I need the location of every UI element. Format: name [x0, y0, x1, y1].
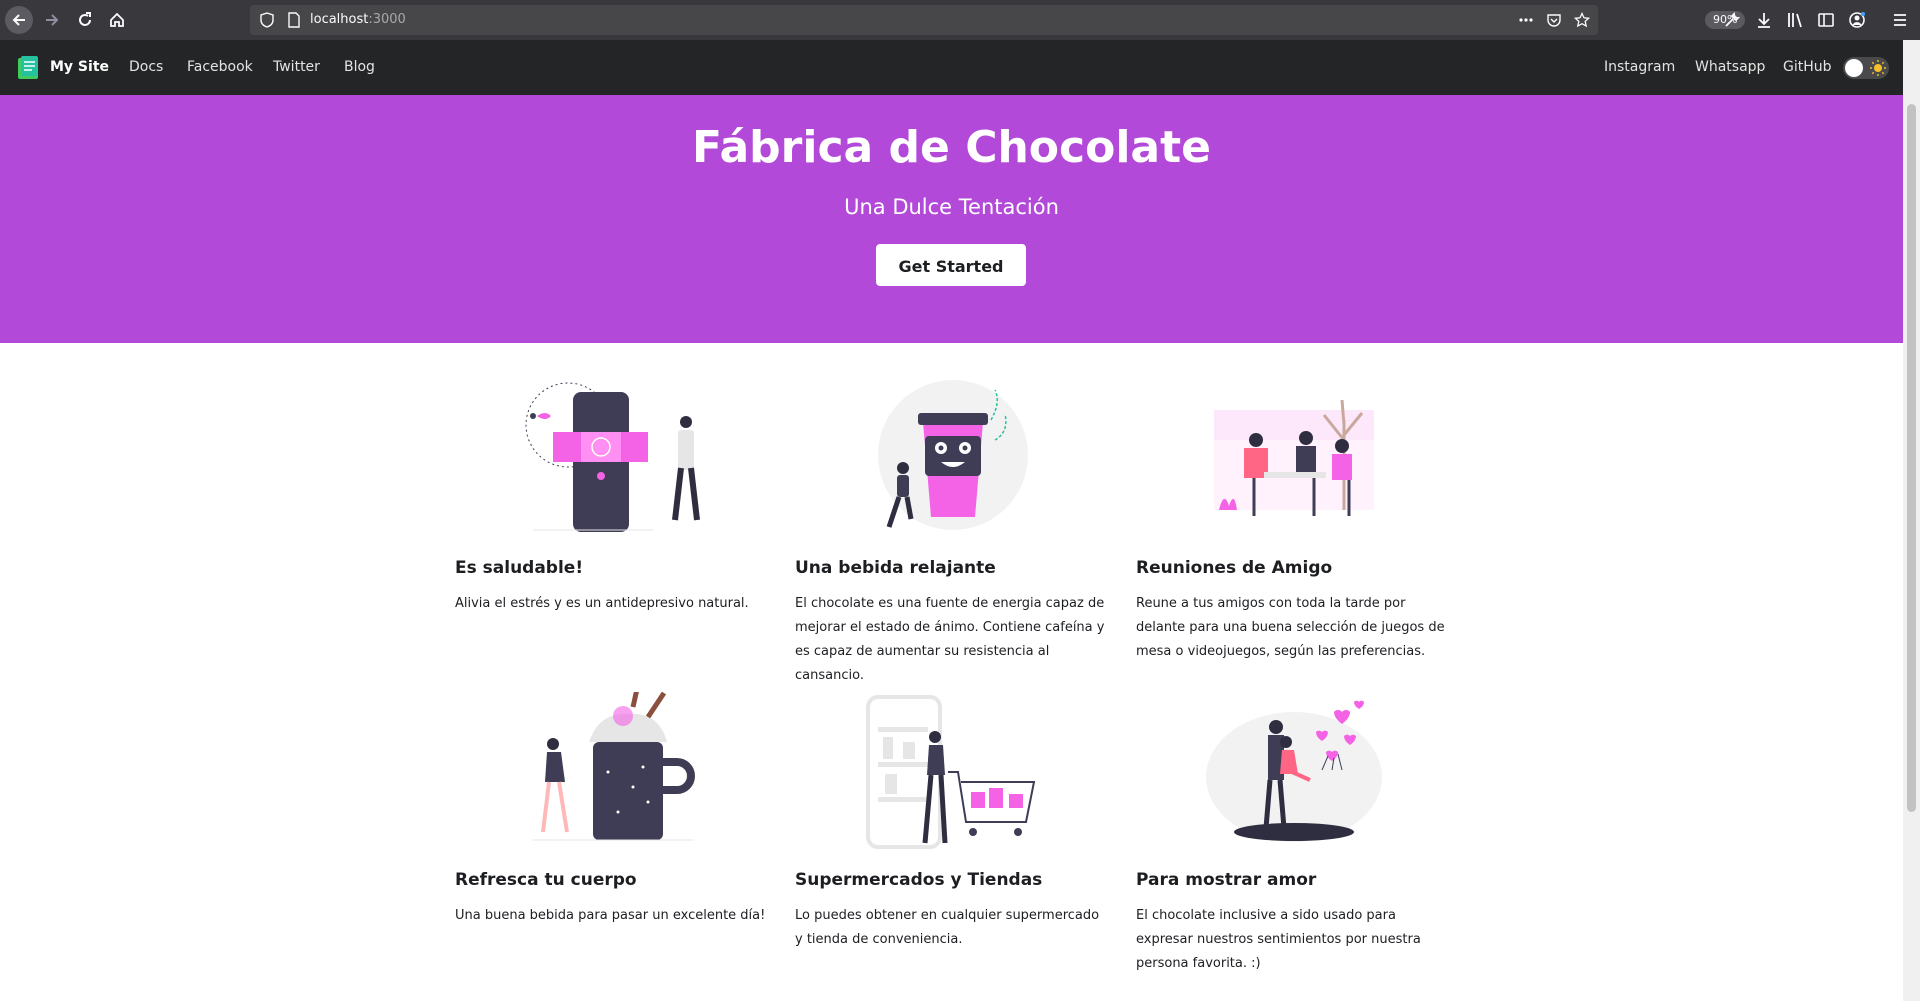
library-icon[interactable] — [1786, 11, 1804, 29]
scrollbar-thumb[interactable] — [1907, 104, 1916, 812]
toggle-knob — [1845, 59, 1863, 77]
feature-text: Alivia el estrés y es un antidepresivo n… — [455, 596, 749, 611]
url-port: :3000 — [368, 12, 406, 27]
wrench-icon[interactable] — [1723, 11, 1741, 29]
feature-healthy: Es saludable! Alivia el estrés y es un a… — [455, 380, 770, 616]
shopping-cart-illustration — [865, 695, 1035, 849]
pocket-icon[interactable] — [1546, 12, 1562, 28]
back-button[interactable] — [5, 6, 33, 34]
nav-link-blog[interactable]: Blog — [344, 59, 375, 75]
more-icon[interactable] — [1518, 12, 1534, 28]
nav-link-instagram[interactable]: Instagram — [1604, 59, 1675, 75]
hot-chocolate-mug-illustration — [532, 692, 695, 841]
feature-text: El chocolate es una fuente de energia ca… — [795, 596, 1105, 683]
feature-text: Una buena bebida para pasar un excelente… — [455, 908, 766, 923]
couple-hearts-illustration — [1205, 700, 1382, 842]
account-icon[interactable] — [1848, 11, 1866, 29]
feature-title: Una bebida relajante — [795, 558, 996, 578]
nav-link-twitter[interactable]: Twitter — [273, 59, 320, 75]
feature-title: Para mostrar amor — [1136, 870, 1317, 890]
home-button[interactable] — [103, 6, 131, 34]
brand-link[interactable]: My Site — [50, 59, 109, 75]
url-bar[interactable]: localhost:3000 90% — [250, 5, 1746, 35]
forward-button[interactable] — [38, 6, 66, 34]
browser-toolbar: localhost:3000 90% — [0, 0, 1920, 40]
url-text[interactable]: localhost:3000 — [310, 12, 406, 27]
dark-mode-toggle[interactable] — [1843, 57, 1889, 79]
nav-link-facebook[interactable]: Facebook — [187, 59, 253, 75]
feature-text: Reune a tus amigos con toda la tarde por… — [1136, 596, 1445, 659]
feature-title: Refresca tu cuerpo — [455, 870, 637, 890]
star-icon[interactable] — [1574, 12, 1590, 28]
shield-icon[interactable] — [259, 12, 275, 28]
page-scrollbar[interactable] — [1903, 40, 1920, 1001]
feature-relaxing-drink: Una bebida relajante El chocolate es una… — [795, 380, 1110, 688]
feature-text: El chocolate inclusive a sido usado para… — [1136, 908, 1421, 971]
menu-icon[interactable] — [1891, 11, 1909, 29]
sidebar-icon[interactable] — [1817, 11, 1835, 29]
nav-link-whatsapp[interactable]: Whatsapp — [1695, 59, 1765, 75]
sun-icon — [1870, 60, 1886, 76]
page-icon[interactable] — [286, 12, 302, 28]
arrow-left-icon — [12, 14, 25, 26]
friends-table-illustration — [1213, 399, 1374, 516]
download-icon[interactable] — [1755, 11, 1773, 29]
feature-supermarkets: Supermercados y Tiendas Lo puedes obtene… — [795, 692, 1110, 952]
coffee-cup-illustration — [877, 380, 1028, 530]
nav-link-docs[interactable]: Docs — [129, 59, 163, 75]
feature-show-love: Para mostrar amor El chocolate inclusive… — [1136, 692, 1451, 976]
phone-wellness-illustration — [525, 382, 700, 532]
hero-title: Fábrica de Chocolate — [692, 122, 1211, 173]
feature-text: Lo puedes obtener en cualquier supermerc… — [795, 908, 1100, 947]
hero-banner: Fábrica de Chocolate Una Dulce Tentación… — [0, 95, 1903, 343]
url-host: localhost — [310, 12, 369, 27]
home-icon — [110, 12, 124, 27]
get-started-button[interactable]: Get Started — [876, 244, 1026, 286]
feature-title: Supermercados y Tiendas — [795, 870, 1043, 890]
feature-refresh-body: Refresca tu cuerpo Una buena bebida para… — [455, 692, 770, 928]
feature-friends-meetup: Reuniones de Amigo Reune a tus amigos co… — [1136, 380, 1451, 664]
site-logo-icon[interactable] — [15, 55, 41, 81]
hero-subtitle: Una Dulce Tentación — [844, 195, 1059, 219]
arrow-right-icon — [46, 14, 59, 26]
nav-link-github[interactable]: GitHub — [1783, 59, 1832, 75]
feature-title: Reuniones de Amigo — [1136, 558, 1333, 578]
reload-button[interactable] — [71, 6, 99, 34]
reload-icon — [79, 12, 91, 26]
feature-title: Es saludable! — [455, 558, 584, 578]
site-navbar: My Site Docs Facebook Twitter Blog Insta… — [0, 40, 1903, 95]
